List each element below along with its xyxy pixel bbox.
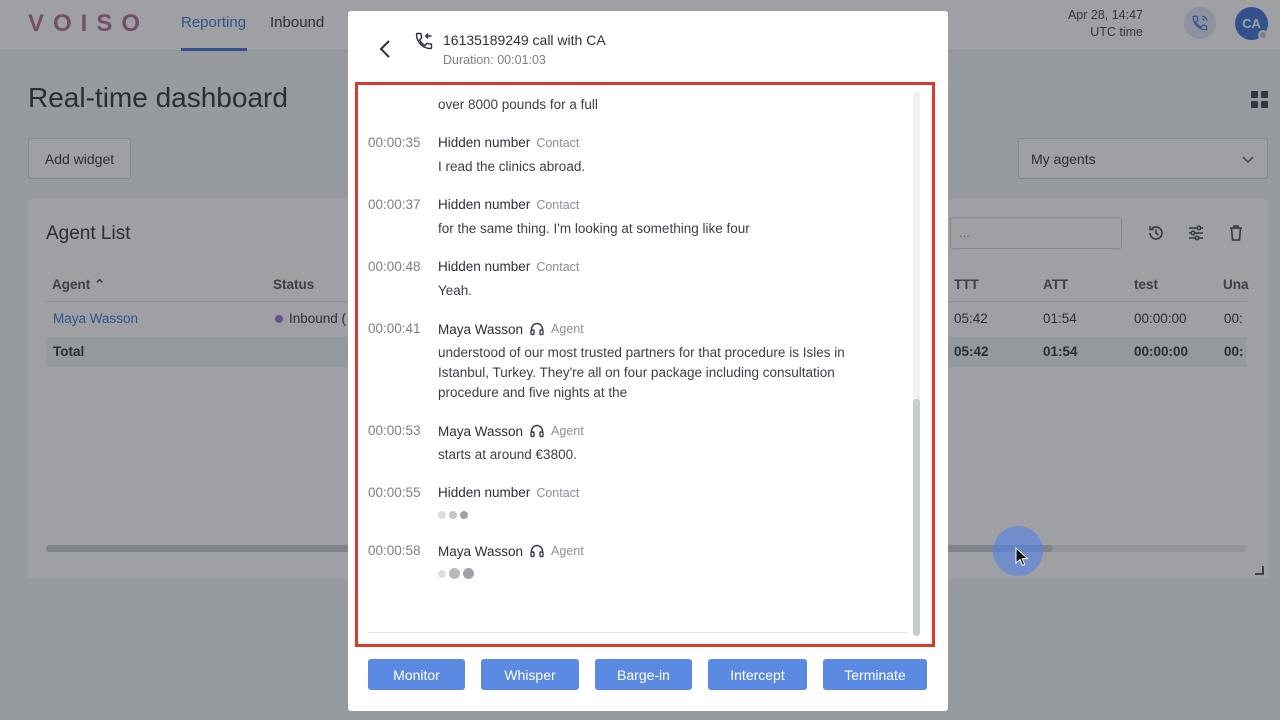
incoming-call-icon — [415, 32, 433, 50]
speaker-role: Agent — [551, 544, 584, 558]
mouse-cursor-icon — [1015, 547, 1029, 567]
headset-icon — [530, 424, 544, 438]
message-header: Hidden number Contact — [438, 485, 579, 500]
message-header: Hidden number Contact — [438, 259, 579, 274]
speaker-name: Maya Wasson — [438, 321, 524, 337]
call-transcript-modal: 16135189249 call with CA Duration: 00:01… — [348, 11, 948, 711]
speaker-name: Hidden number — [438, 485, 531, 500]
speaker-name: Hidden number — [438, 259, 531, 274]
speaker-role: Contact — [536, 197, 580, 212]
call-title: 16135189249 call with CA — [443, 32, 606, 48]
message-time: 00:00:58 — [368, 543, 421, 558]
speaker-role: Contact — [536, 135, 580, 150]
whisper-button[interactable]: Whisper — [481, 659, 579, 690]
speaker-name: Hidden number — [438, 197, 531, 212]
speaker-role: Agent — [551, 322, 584, 336]
transcript-scrollbar[interactable] — [913, 91, 920, 636]
typing-indicator — [438, 568, 474, 579]
message-header: Hidden number Contact — [438, 197, 579, 212]
speaker-name: Maya Wasson — [438, 543, 524, 559]
transcript-highlight-frame: over 8000 pounds for a full 00:00:35 Hid… — [355, 82, 935, 647]
speaker-role: Contact — [536, 259, 580, 274]
monitor-button[interactable]: Monitor — [368, 659, 465, 690]
call-duration: Duration: 00:01:03 — [443, 53, 546, 67]
speaker-name: Maya Wasson — [438, 423, 524, 439]
typing-indicator — [438, 511, 468, 519]
message-text: understood of our most trusted partners … — [438, 345, 845, 400]
speaker-role: Contact — [536, 485, 580, 500]
message-time: 00:00:35 — [368, 135, 421, 150]
barge-in-button[interactable]: Barge-in — [595, 659, 692, 690]
speaker-role: Agent — [551, 424, 584, 438]
message-time: 00:00:55 — [368, 485, 421, 500]
call-actions: Monitor Whisper Barge-in Intercept Termi… — [368, 659, 928, 690]
message-header: Maya Wasson Agent — [438, 321, 584, 337]
terminate-button[interactable]: Terminate — [823, 659, 927, 690]
message-text: Yeah. — [438, 283, 473, 298]
transcript-list[interactable]: over 8000 pounds for a full 00:00:35 Hid… — [368, 91, 908, 633]
message-text: over 8000 pounds for a full — [438, 97, 598, 112]
message-header: Maya Wasson Agent — [438, 423, 584, 439]
message-time: 00:00:53 — [368, 423, 421, 438]
message-time: 00:00:37 — [368, 197, 421, 212]
message-header: Maya Wasson Agent — [438, 543, 584, 559]
message-text: starts at around €3800. — [438, 447, 577, 462]
headset-icon — [530, 322, 544, 336]
message-time: 00:00:41 — [368, 321, 421, 336]
message-text: for the same thing. I'm looking at somet… — [438, 221, 750, 236]
message-header: Hidden number Contact — [438, 135, 579, 150]
headset-icon — [530, 544, 544, 558]
intercept-button[interactable]: Intercept — [708, 659, 807, 690]
message-text: I read the clinics abroad. — [438, 159, 586, 174]
transcript-scrollbar-thumb[interactable] — [913, 399, 920, 636]
back-arrow-icon[interactable] — [376, 37, 396, 61]
message-time: 00:00:48 — [368, 259, 421, 274]
speaker-name: Hidden number — [438, 135, 531, 150]
